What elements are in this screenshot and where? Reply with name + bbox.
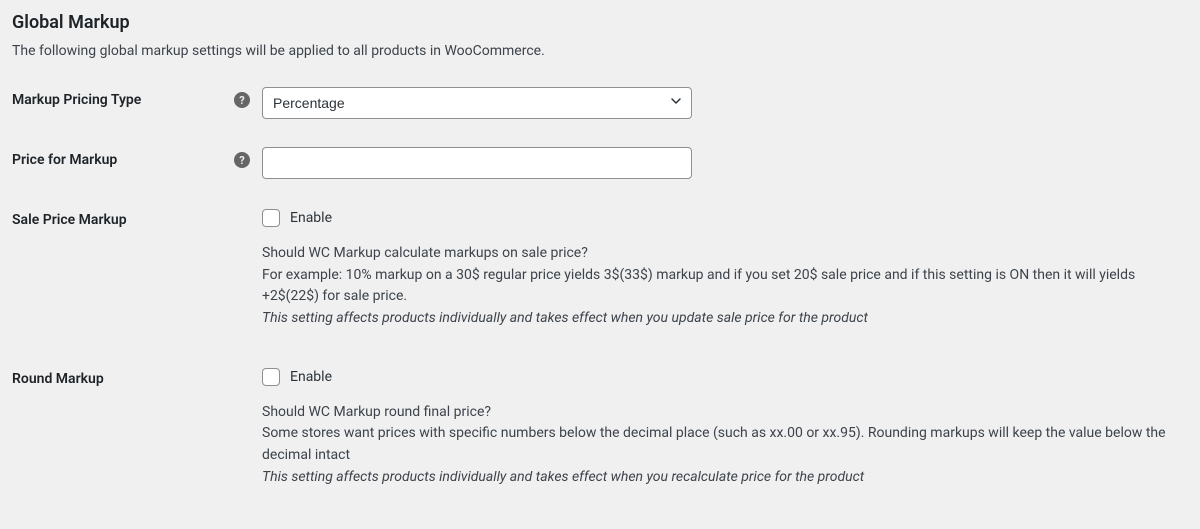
desc-line: Some stores want prices with specific nu… [262, 423, 1182, 466]
checkbox-row: Enable [262, 366, 1182, 388]
row-pricing-type: Markup Pricing Type ? Percentage [12, 87, 1188, 119]
desc-line-italic: This setting affects products individual… [262, 467, 1182, 489]
sale-price-markup-checkbox-label[interactable]: Enable [290, 210, 332, 226]
label-col: Price for Markup ? [12, 147, 262, 168]
field-col: Enable Should WC Markup calculate markup… [262, 207, 1182, 330]
checkbox-row: Enable [262, 207, 1182, 229]
label-col: Sale Price Markup [12, 207, 262, 228]
help-icon[interactable]: ? [234, 152, 250, 168]
pricing-type-select[interactable]: Percentage [262, 87, 692, 119]
field-col [262, 147, 1182, 179]
desc-line-italic: This setting affects products individual… [262, 308, 1182, 330]
section-intro: The following global markup settings wil… [12, 43, 1188, 59]
round-markup-checkbox-label[interactable]: Enable [290, 369, 332, 385]
label-col: Round Markup [12, 366, 262, 387]
row-price-for-markup: Price for Markup ? [12, 147, 1188, 179]
round-markup-checkbox[interactable] [262, 368, 280, 386]
label-round-markup: Round Markup [12, 371, 104, 387]
label-col: Markup Pricing Type ? [12, 87, 262, 108]
desc-line: Should WC Markup round final price? [262, 402, 1182, 424]
field-col: Percentage [262, 87, 1182, 119]
price-for-markup-input[interactable] [262, 147, 692, 179]
row-sale-price-markup: Sale Price Markup Enable Should WC Marku… [12, 207, 1188, 330]
round-markup-description: Should WC Markup round final price? Some… [262, 402, 1182, 489]
label-price-for-markup: Price for Markup [12, 152, 117, 168]
sale-price-markup-checkbox[interactable] [262, 209, 280, 227]
help-icon[interactable]: ? [234, 92, 250, 108]
desc-line: Should WC Markup calculate markups on sa… [262, 243, 1182, 265]
section-heading: Global Markup [12, 12, 1188, 33]
row-round-markup: Round Markup Enable Should WC Markup rou… [12, 366, 1188, 489]
select-wrapper: Percentage [262, 87, 692, 119]
label-pricing-type: Markup Pricing Type [12, 92, 141, 108]
label-sale-price-markup: Sale Price Markup [12, 212, 127, 228]
desc-line: For example: 10% markup on a 30$ regular… [262, 265, 1182, 308]
sale-price-markup-description: Should WC Markup calculate markups on sa… [262, 243, 1182, 330]
field-col: Enable Should WC Markup round final pric… [262, 366, 1182, 489]
